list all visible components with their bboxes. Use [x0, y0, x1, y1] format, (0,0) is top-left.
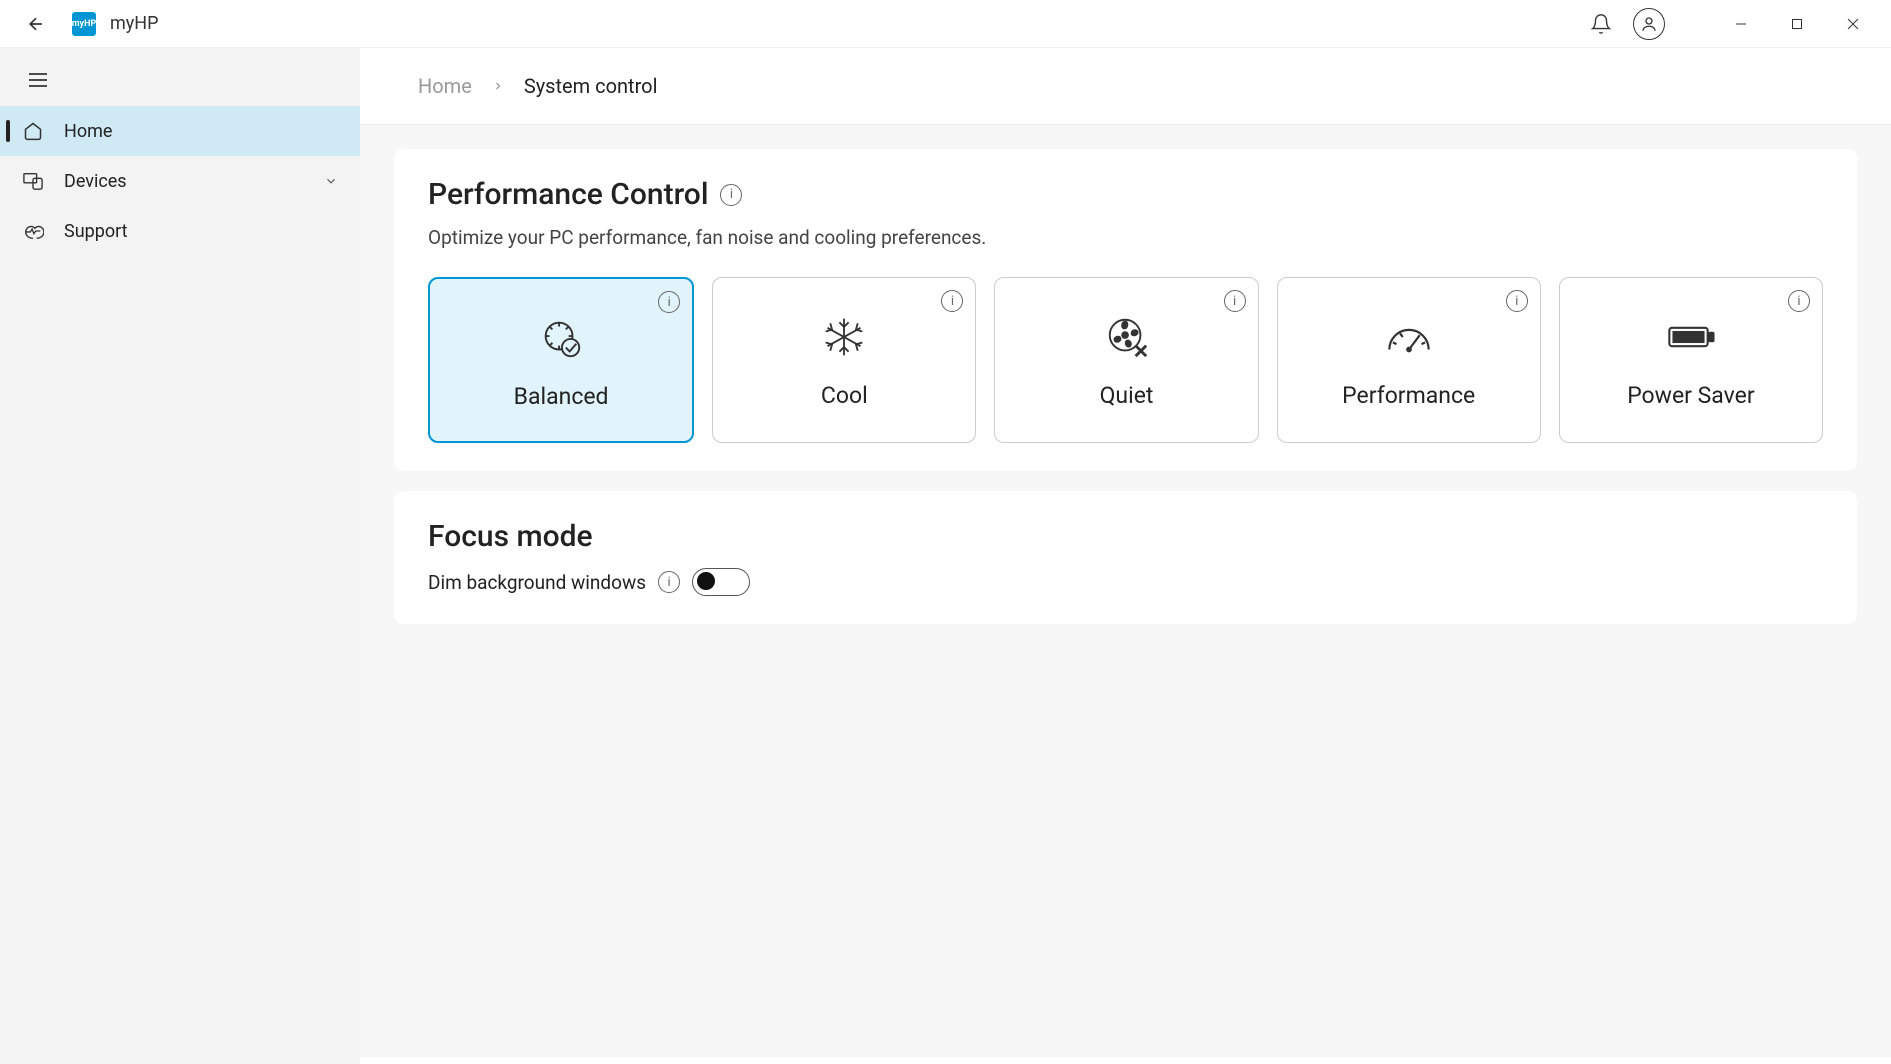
modes-grid: i Balanced i Cool i [428, 277, 1823, 443]
home-icon [22, 120, 44, 142]
sidebar-item-devices[interactable]: Devices [0, 156, 360, 206]
main-content: Home System control Performance Control … [360, 48, 1891, 1064]
chevron-down-icon [324, 174, 338, 188]
mode-cool[interactable]: i Cool [712, 277, 976, 443]
mode-label: Balanced [514, 383, 609, 410]
notifications-button[interactable] [1581, 4, 1621, 44]
maximize-button[interactable] [1769, 4, 1825, 44]
minimize-button[interactable] [1713, 4, 1769, 44]
bell-icon [1590, 13, 1612, 35]
info-icon[interactable]: i [941, 290, 963, 312]
mode-quiet[interactable]: i Quiet [994, 277, 1258, 443]
performance-control-panel: Performance Control i Optimize your PC p… [394, 149, 1857, 471]
sidebar-item-label: Devices [64, 171, 324, 192]
quiet-icon [1102, 312, 1152, 362]
focus-mode-title: Focus mode [428, 519, 593, 554]
info-icon[interactable]: i [720, 184, 742, 206]
sidebar-item-home[interactable]: Home [0, 106, 360, 156]
titlebar: myHP myHP [0, 0, 1891, 48]
dim-background-label: Dim background windows [428, 571, 646, 594]
chevron-right-icon [492, 80, 504, 92]
mode-label: Power Saver [1627, 382, 1754, 409]
mode-performance[interactable]: i Performance [1277, 277, 1541, 443]
minimize-icon [1735, 18, 1747, 30]
info-icon[interactable]: i [1506, 290, 1528, 312]
sidebar-item-support[interactable]: Support [0, 206, 360, 256]
mode-label: Quiet [1100, 382, 1154, 409]
mode-balanced[interactable]: i Balanced [428, 277, 694, 443]
mode-label: Performance [1342, 382, 1475, 409]
performance-control-title: Performance Control [428, 177, 708, 212]
info-icon[interactable]: i [1224, 290, 1246, 312]
snowflake-icon [819, 312, 869, 362]
sidebar-item-label: Home [64, 121, 338, 142]
battery-icon [1666, 312, 1716, 362]
info-icon[interactable]: i [658, 291, 680, 313]
arrow-left-icon [26, 14, 46, 34]
user-button[interactable] [1629, 4, 1669, 44]
app-logo-text: myHP [72, 19, 96, 29]
info-icon[interactable]: i [658, 571, 680, 593]
breadcrumb-current: System control [524, 74, 658, 98]
app-title: myHP [110, 13, 159, 34]
breadcrumb: Home System control [360, 48, 1891, 125]
app-logo: myHP [72, 12, 96, 36]
close-icon [1847, 18, 1859, 30]
toggle-knob [697, 572, 715, 590]
sidebar: Home Devices Support [0, 48, 360, 1064]
breadcrumb-home[interactable]: Home [418, 74, 472, 98]
balanced-icon [536, 313, 586, 363]
maximize-icon [1791, 18, 1803, 30]
devices-icon [22, 170, 44, 192]
performance-control-subtitle: Optimize your PC performance, fan noise … [428, 226, 1823, 249]
mode-power-saver[interactable]: i Power Saver [1559, 277, 1823, 443]
person-icon [1640, 15, 1658, 33]
gauge-icon [1384, 312, 1434, 362]
user-avatar-icon [1633, 8, 1665, 40]
info-icon[interactable]: i [1788, 290, 1810, 312]
sidebar-item-label: Support [64, 221, 338, 242]
close-button[interactable] [1825, 4, 1881, 44]
back-button[interactable] [20, 8, 52, 40]
menu-toggle-button[interactable] [20, 62, 56, 98]
support-icon [22, 220, 44, 242]
mode-label: Cool [821, 382, 868, 409]
window-controls [1713, 4, 1881, 44]
hamburger-icon [28, 72, 48, 88]
focus-mode-panel: Focus mode Dim background windows i [394, 491, 1857, 624]
dim-background-toggle[interactable] [692, 568, 750, 596]
